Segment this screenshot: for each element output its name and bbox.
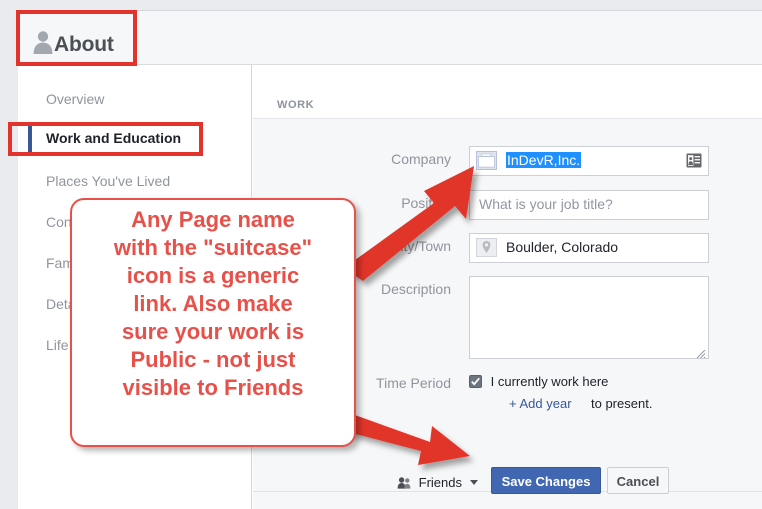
currently-work-here-row[interactable]: I currently work here (469, 374, 608, 389)
work-form-footer: Friends Save Changes Cancel (253, 467, 762, 509)
suitcase-icon (476, 151, 497, 170)
audience-selector[interactable]: Friends (397, 475, 478, 490)
currently-work-here-checkbox[interactable] (469, 375, 482, 388)
about-header-highlight (16, 10, 137, 66)
position-input[interactable]: What is your job title? (469, 190, 709, 220)
work-section-title: WORK (277, 99, 315, 111)
add-year-link[interactable]: + Add year (509, 396, 572, 411)
city-input[interactable]: Boulder, Colorado (469, 233, 709, 263)
annotation-callout-text: Any Page name with the "suitcase" icon i… (113, 207, 313, 400)
sidebar-item-label: Overview (46, 91, 105, 107)
annotation-callout: Any Page name with the "suitcase" icon i… (70, 198, 356, 447)
sidebar-item-places-youve-lived[interactable]: Places You've Lived (18, 171, 252, 192)
currently-work-here-label: I currently work here (490, 374, 609, 389)
screenshot-root: About Overview Work and Education Places… (0, 0, 762, 509)
city-field-wrap: Boulder, Colorado (469, 233, 709, 263)
position-field-wrap: What is your job title? (469, 190, 709, 220)
description-textarea[interactable] (469, 276, 709, 359)
company-value: InDevR,Inc. (506, 152, 582, 168)
work-and-education-highlight (8, 122, 203, 156)
company-field-wrap: InDevR,Inc. (469, 146, 709, 176)
description-field-wrap (469, 276, 709, 359)
resize-grip-icon[interactable] (696, 346, 706, 359)
company-input[interactable]: InDevR,Inc. (469, 146, 709, 176)
audience-label: Friends (418, 475, 462, 490)
cancel-button[interactable]: Cancel (607, 467, 669, 494)
chevron-down-icon (469, 480, 478, 485)
sidebar-item-label: Places You've Lived (46, 173, 171, 189)
save-changes-button[interactable]: Save Changes (491, 467, 601, 494)
company-label: Company (391, 151, 451, 167)
work-section-header: WORK (253, 65, 762, 119)
friends-icon (397, 476, 412, 489)
map-pin-icon (476, 238, 497, 257)
contact-card-icon[interactable] (686, 153, 702, 168)
to-present-text: to present. (591, 396, 653, 411)
sidebar-item-overview[interactable]: Overview (18, 89, 252, 110)
position-placeholder: What is your job title? (479, 196, 613, 212)
city-value: Boulder, Colorado (506, 239, 619, 255)
